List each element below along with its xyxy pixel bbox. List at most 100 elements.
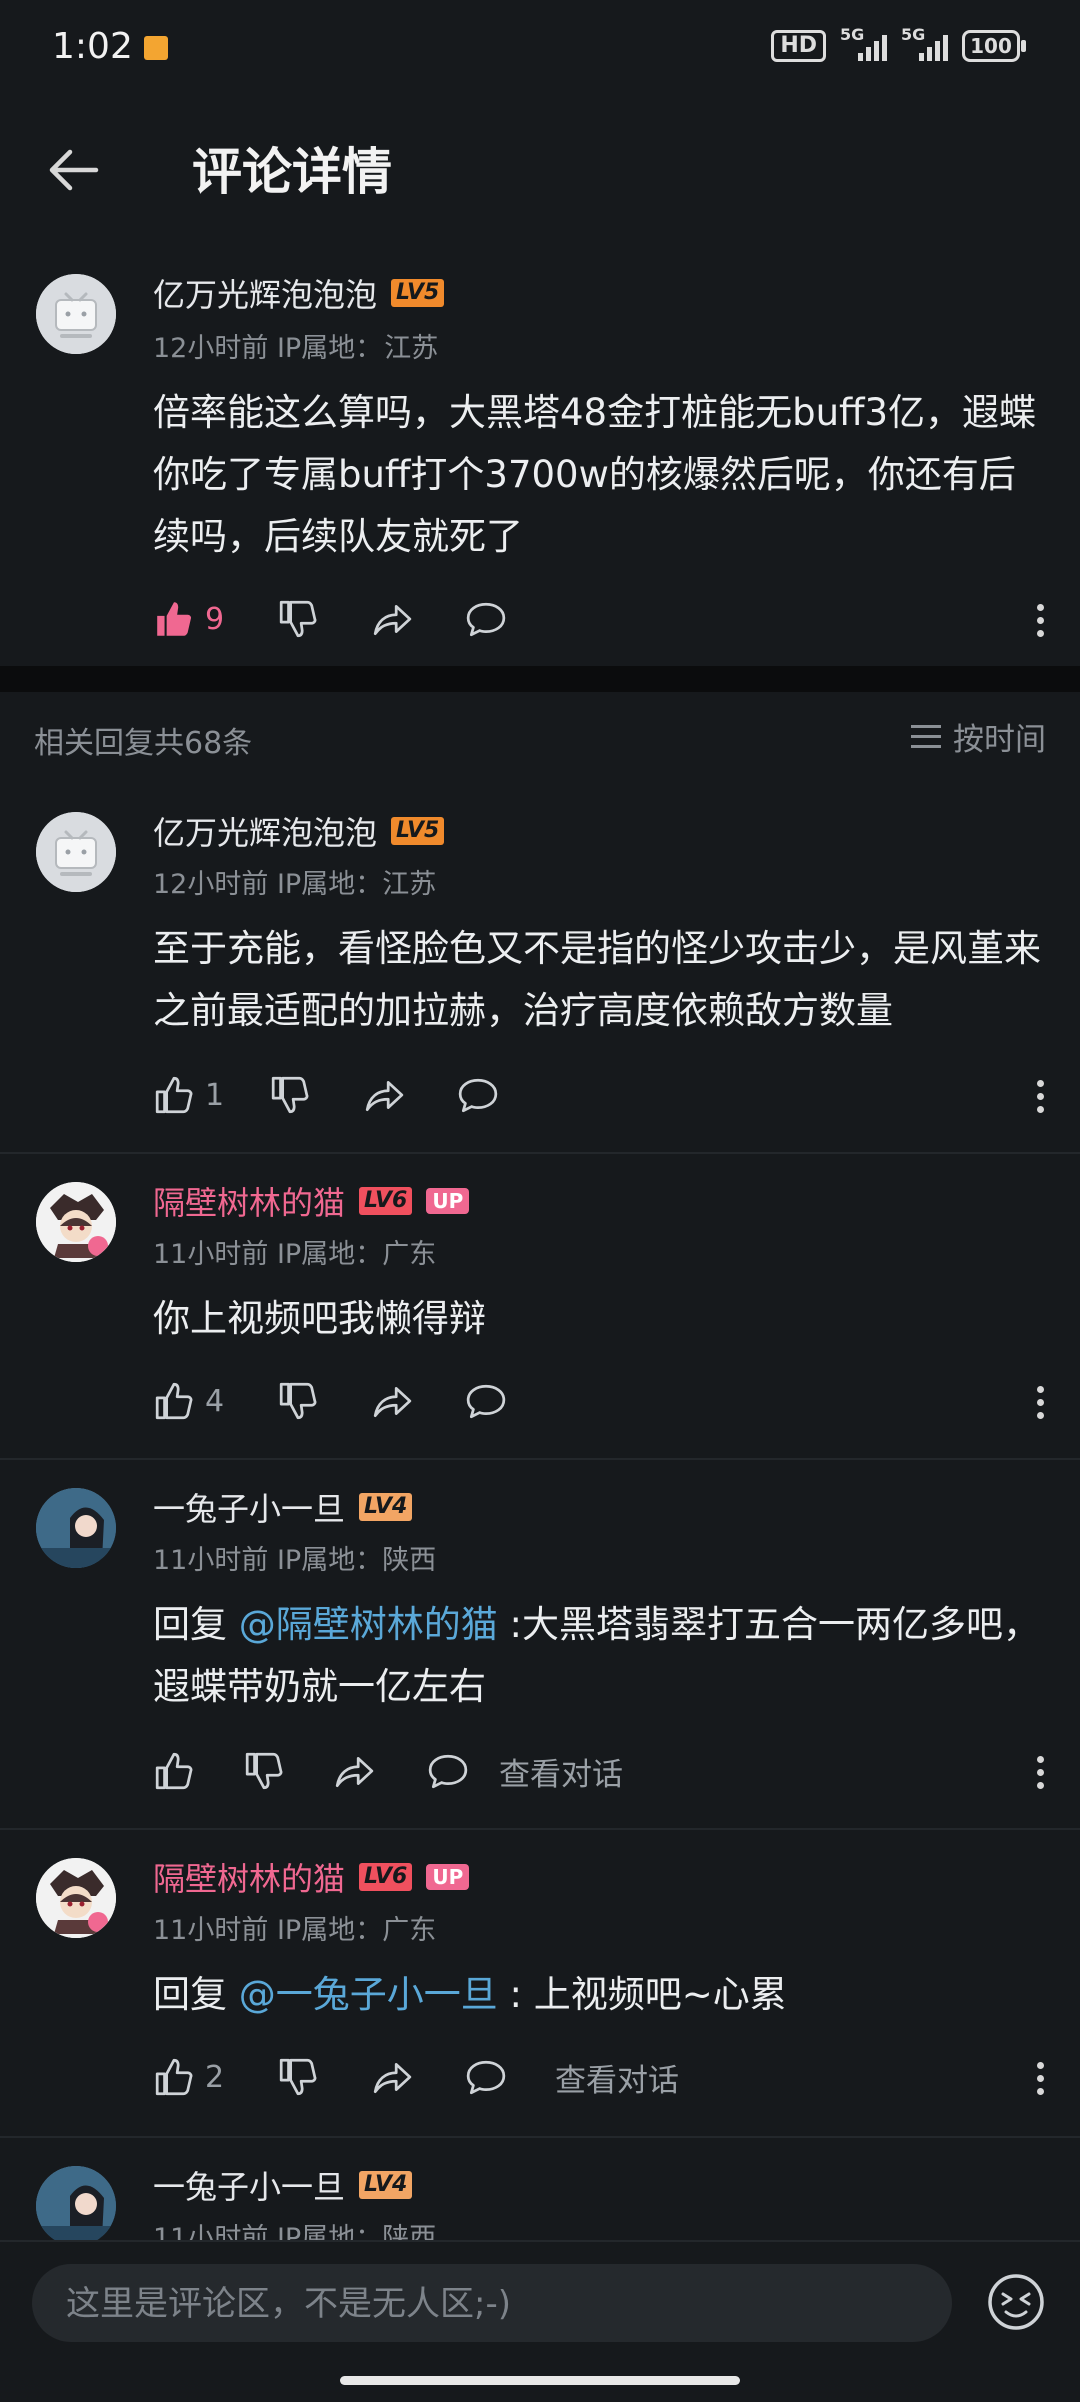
more-icon[interactable] [1034, 604, 1046, 637]
comment-text: 至于充能，看怪脸色又不是指的怪少攻击少，是风堇来之前最适配的加拉赫，治疗高度依赖… [153, 927, 1041, 1032]
dislike-button[interactable] [277, 2056, 371, 2098]
share-icon [371, 1380, 413, 1422]
thumbs-down-icon [277, 1380, 319, 1422]
signal-icon-2: 5G [901, 25, 948, 61]
divider [0, 1828, 1080, 1830]
comment-actions: 4 [153, 1376, 507, 1426]
reply-count: 相关回复共68条 [34, 726, 253, 761]
comment-input[interactable] [64, 2264, 928, 2344]
section-divider [0, 666, 1080, 692]
view-conversation-link[interactable]: 查看对话 [555, 2055, 679, 2100]
thumbs-up-icon [153, 2056, 195, 2098]
like-button[interactable]: 4 [153, 1380, 277, 1422]
like-button[interactable]: 2 [153, 2056, 277, 2098]
comment-meta: 11小时前 IP属地：广东 [153, 1239, 437, 1270]
notification-icon [144, 36, 168, 60]
share-icon [333, 1750, 375, 1792]
like-button[interactable]: 1 [153, 1074, 269, 1116]
comment-meta: 12小时前 IP属地：江苏 [153, 869, 437, 900]
username[interactable]: 亿万光辉泡泡泡 LV5 [153, 270, 445, 316]
comment-text: 倍率能这么算吗，大黑塔48金打桩能无buff3亿，遐蝶你吃了专属buff打个37… [153, 391, 1037, 558]
username[interactable]: 亿万光辉泡泡泡 LV5 [153, 808, 445, 854]
comment-icon [465, 1380, 507, 1422]
status-bar: 1:02 HD 5G 5G 100 [0, 0, 1080, 100]
avatar[interactable] [36, 274, 116, 354]
share-icon [363, 1074, 405, 1116]
comment-actions: 查看对话 [153, 1746, 623, 1796]
like-button[interactable]: 9 [153, 598, 277, 640]
comment-actions: 2 查看对话 [153, 2052, 679, 2102]
like-count: 1 [205, 1077, 225, 1113]
more-icon[interactable] [1034, 1756, 1046, 1789]
dislike-button[interactable] [269, 1074, 363, 1116]
comment-icon [465, 2056, 507, 2098]
avatar[interactable] [36, 1858, 116, 1938]
comment-actions: 1 [153, 1070, 499, 1120]
comment-text: 回复 @隔壁树林的猫 :大黑塔翡翠打五合一两亿多吧，遐蝶带奶就一亿左右 [153, 1603, 1040, 1708]
comment-text: 你上视频吧我懒得辩 [153, 1297, 486, 1340]
reply-button[interactable] [465, 598, 507, 640]
reply-button[interactable] [465, 1380, 507, 1422]
page-title: 评论详情 [192, 143, 392, 201]
comment-actions: 9 [153, 594, 507, 644]
share-icon [371, 2056, 413, 2098]
status-icons: HD 5G 5G 100 [771, 25, 1026, 62]
up-badge: UP [426, 1864, 470, 1890]
like-button[interactable] [153, 1750, 243, 1792]
more-icon[interactable] [1034, 1080, 1046, 1113]
divider [0, 1152, 1080, 1154]
share-button[interactable] [371, 2056, 465, 2098]
status-time: 1:02 [52, 26, 133, 67]
share-button[interactable] [363, 1074, 457, 1116]
mention-link[interactable]: @隔壁树林的猫 [239, 1603, 498, 1646]
level-badge: LV5 [391, 279, 445, 307]
share-button[interactable] [371, 1380, 465, 1422]
reply-button[interactable] [465, 2056, 555, 2098]
back-arrow-icon[interactable] [44, 140, 104, 200]
share-button[interactable] [333, 1750, 427, 1792]
view-conversation-link[interactable]: 查看对话 [499, 1749, 623, 1794]
thumbs-up-icon [153, 1750, 195, 1792]
home-indicator[interactable] [340, 2376, 740, 2385]
username[interactable]: 隔壁树林的猫 LV6 UP [153, 1854, 470, 1900]
dislike-button[interactable] [243, 1750, 333, 1792]
comment-input-container[interactable] [32, 2264, 952, 2344]
more-icon[interactable] [1034, 1386, 1046, 1419]
share-button[interactable] [371, 598, 465, 640]
like-count: 4 [205, 1383, 225, 1419]
thumbs-up-icon [153, 1380, 195, 1422]
level-badge: LV5 [391, 817, 445, 845]
comment-text: 回复 @一兔子小一旦 : 上视频吧~心累 [153, 1973, 787, 2016]
emoji-icon[interactable] [986, 2272, 1046, 2332]
reply-button[interactable] [457, 1074, 499, 1116]
share-icon [371, 598, 413, 640]
divider [0, 2136, 1080, 2138]
thumbs-down-icon [243, 1750, 285, 1792]
dislike-button[interactable] [277, 598, 371, 640]
sort-button[interactable]: 按时间 [911, 714, 1046, 759]
sort-icon [911, 725, 941, 748]
mention-link[interactable]: @一兔子小一旦 [239, 1973, 498, 2016]
avatar[interactable] [36, 812, 116, 892]
avatar[interactable] [36, 1488, 116, 1568]
level-badge: LV6 [359, 1863, 413, 1891]
thumbs-down-icon [269, 1074, 311, 1116]
comment-meta: 11小时前 IP属地：陕西 [153, 1545, 437, 1576]
up-badge: UP [426, 1188, 470, 1214]
avatar[interactable] [36, 2166, 116, 2246]
hd-voice-icon: HD [771, 30, 826, 62]
comment-icon [427, 1750, 469, 1792]
like-count: 2 [205, 2059, 225, 2095]
username[interactable]: 一兔子小一旦 LV4 [153, 1484, 413, 1530]
avatar[interactable] [36, 1182, 116, 1262]
level-badge: LV6 [359, 1187, 413, 1215]
like-count: 9 [205, 601, 225, 637]
username[interactable]: 隔壁树林的猫 LV6 UP [153, 1178, 470, 1224]
dislike-button[interactable] [277, 1380, 371, 1422]
battery-icon: 100 [962, 30, 1026, 62]
username[interactable]: 一兔子小一旦 LV4 [153, 2162, 413, 2208]
reply-button[interactable] [427, 1750, 499, 1792]
divider [0, 1458, 1080, 1460]
comment-icon [465, 598, 507, 640]
more-icon[interactable] [1034, 2062, 1046, 2095]
